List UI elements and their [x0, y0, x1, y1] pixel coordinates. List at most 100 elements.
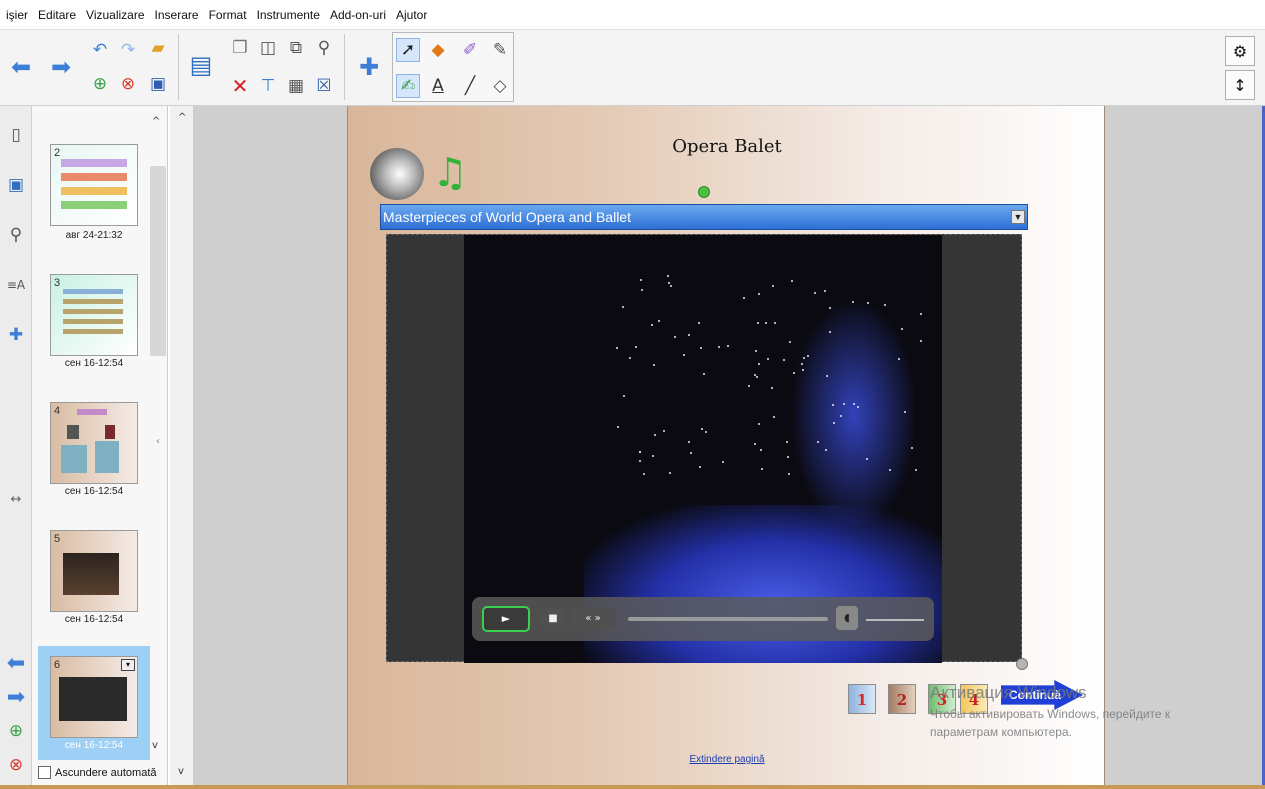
scroll-up-icon[interactable]: ^: [152, 116, 160, 127]
video-select-dropdown[interactable]: Masterpieces of World Opera and Ballet ▼: [380, 204, 1028, 230]
properties-icon[interactable]: ≡A: [3, 272, 29, 298]
gutter-up-icon[interactable]: ^: [178, 112, 186, 123]
add-page-side-icon[interactable]: ⊕: [3, 718, 29, 744]
video-player[interactable]: ► ■ « » ◖: [464, 235, 942, 663]
menu-tools[interactable]: Instrumente: [253, 8, 326, 22]
extend-page-link[interactable]: Extindere pagină: [348, 754, 1106, 765]
dropdown-arrow-icon[interactable]: ▼: [1011, 210, 1025, 224]
stop-button[interactable]: ■: [542, 608, 564, 630]
music-note-icon[interactable]: ♫: [432, 150, 468, 196]
page-number: 6: [54, 659, 61, 671]
stage-light: [813, 292, 816, 295]
menu-addons[interactable]: Add-on-uri: [326, 8, 392, 22]
stage-light: [623, 395, 626, 398]
stage-light: [772, 285, 775, 288]
stage-light: [700, 428, 703, 431]
back-arrow-icon[interactable]: ⬅: [4, 50, 38, 84]
nav-page-2-button[interactable]: 2: [888, 684, 916, 714]
collapse-icon[interactable]: ‹: [156, 436, 160, 447]
save-icon[interactable]: ▣: [146, 72, 170, 96]
app-window: işier Editare Vizualizare Inserare Forma…: [0, 0, 1265, 789]
stage-light: [897, 358, 900, 361]
volume-slider[interactable]: [866, 619, 924, 621]
select-icon[interactable]: ➚: [396, 38, 420, 62]
line-icon[interactable]: ╱: [458, 74, 482, 98]
menu-file[interactable]: işier: [2, 8, 34, 22]
menu-format[interactable]: Format: [205, 8, 253, 22]
page-thumbnail-selected[interactable]: 6 ▾: [50, 656, 138, 738]
page-sorter-icon[interactable]: ▯: [3, 122, 29, 148]
attachments-icon[interactable]: ⚲: [3, 222, 29, 248]
addons-tab-icon[interactable]: ✚: [3, 322, 29, 348]
page-number: 3: [54, 277, 61, 289]
stage-light: [668, 472, 671, 475]
page-thumbnail[interactable]: 3: [50, 274, 138, 356]
redo-icon[interactable]: ↷: [116, 38, 140, 62]
page-number: 5: [54, 533, 61, 545]
stage-light: [640, 279, 643, 282]
screenshot-icon[interactable]: ◫: [256, 36, 280, 60]
table-icon[interactable]: ▦: [284, 74, 308, 98]
resize-handle-icon[interactable]: ↔: [3, 486, 29, 512]
autohide-control[interactable]: Ascundere automată: [38, 766, 157, 779]
open-folder-icon[interactable]: ▰: [146, 36, 170, 60]
video-object[interactable]: ► ■ « » ◖: [386, 234, 1022, 663]
text-icon[interactable]: A: [426, 74, 450, 98]
capture-icon[interactable]: ⧉: [284, 36, 308, 60]
stage-light: [663, 429, 666, 432]
page-thumbnail[interactable]: 2: [50, 144, 138, 226]
volume-icon[interactable]: ◖: [836, 606, 858, 630]
add-page-icon[interactable]: ⊕: [88, 72, 112, 96]
page-thumbnail[interactable]: 5: [50, 530, 138, 612]
stage-light: [904, 410, 907, 413]
creative-pen-icon[interactable]: ✍: [396, 74, 420, 98]
speaker-icon[interactable]: [370, 148, 424, 200]
gallery-icon[interactable]: ▣: [3, 172, 29, 198]
delete-page-icon[interactable]: ⊗: [116, 72, 140, 96]
seek-slider[interactable]: [628, 617, 828, 621]
magic-pen-icon[interactable]: ✐: [458, 38, 482, 62]
link-icon[interactable]: ⚲: [312, 36, 336, 60]
page-back-icon[interactable]: ⬅: [3, 650, 29, 676]
seek-buttons[interactable]: « »: [570, 608, 616, 630]
page-caption: сен 16-12:54: [64, 740, 124, 751]
menu-insert[interactable]: Inserare: [151, 8, 205, 22]
clear-icon[interactable]: ☒: [312, 74, 336, 98]
resize-handle-icon[interactable]: [1016, 658, 1028, 670]
page-thumbnail[interactable]: 4: [50, 402, 138, 484]
stage-light: [919, 312, 922, 315]
copy-icon[interactable]: ❐: [228, 36, 252, 60]
add-on-icon[interactable]: ✚: [352, 50, 386, 84]
rotate-handle-icon[interactable]: [698, 186, 710, 198]
nav-page-1-button[interactable]: 1: [848, 684, 876, 714]
menu-edit[interactable]: Editare: [34, 8, 82, 22]
settings-icon[interactable]: ⚙: [1225, 36, 1255, 66]
page-menu-icon[interactable]: ▾: [121, 659, 135, 671]
undo-icon[interactable]: ↶: [88, 38, 112, 62]
play-button[interactable]: ►: [482, 606, 530, 632]
delete-icon[interactable]: ✕: [228, 74, 252, 98]
forward-arrow-icon[interactable]: ➡: [44, 50, 78, 84]
screen-display-icon[interactable]: ▤: [184, 48, 218, 82]
eraser-icon[interactable]: ◇: [488, 74, 512, 98]
fill-icon[interactable]: ◆: [426, 38, 450, 62]
sorter-collapse-gutter[interactable]: ^ ‹ v: [156, 106, 194, 789]
gutter-down-icon[interactable]: v: [178, 766, 184, 777]
menu-help[interactable]: Ajutor: [392, 8, 433, 22]
stage-light: [666, 275, 669, 278]
autohide-label: Ascundere automată: [55, 766, 157, 779]
page-forward-icon[interactable]: ➡: [3, 684, 29, 710]
menu-view[interactable]: Vizualizare: [82, 8, 150, 22]
stage-light: [756, 321, 759, 324]
delete-page-side-icon[interactable]: ⊗: [3, 752, 29, 778]
windows-activation-watermark: Активация Windows Чтобы активировать Win…: [930, 683, 1170, 739]
move-toolbar-icon[interactable]: ↕: [1225, 70, 1255, 100]
stage-light: [699, 346, 702, 349]
sorter-scrollbar[interactable]: [150, 166, 166, 356]
taskbar-edge: [0, 785, 1265, 789]
pen-icon[interactable]: ✎: [488, 38, 512, 62]
screen-shade-icon[interactable]: ⊤: [256, 74, 280, 98]
stage-light: [802, 357, 805, 360]
stage-light: [883, 304, 886, 307]
autohide-checkbox[interactable]: [38, 766, 51, 779]
